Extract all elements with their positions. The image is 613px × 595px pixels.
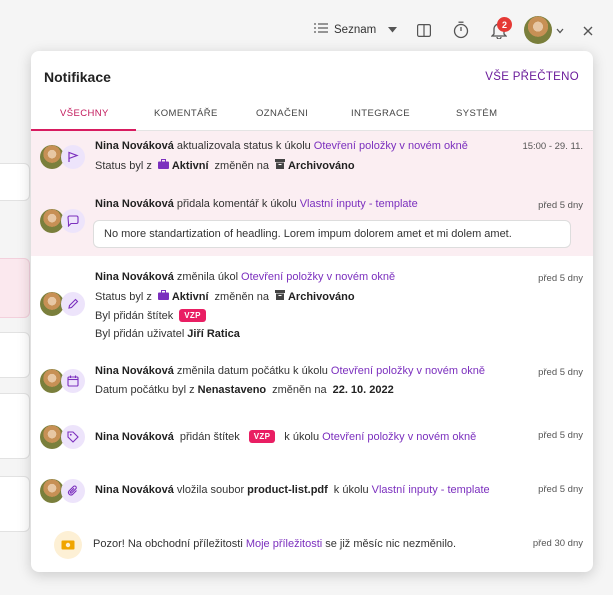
money-icon [54, 531, 82, 559]
tag-icon [61, 425, 85, 449]
notification-item[interactable]: Nina Nováková vložila soubor product-lis… [31, 464, 593, 519]
tab-comments[interactable]: KOMENTÁŘE [154, 108, 218, 119]
chevron-down-icon [556, 21, 564, 39]
view-switcher-label: Seznam [334, 23, 377, 36]
notification-item[interactable]: Nina Nováková aktualizovala status k úko… [31, 131, 593, 183]
task-link[interactable]: Otevření položky v novém okně [314, 140, 468, 152]
notification-summary: Nina Nováková vložila soubor product-lis… [95, 484, 490, 496]
mark-all-read-button[interactable]: VŠE PŘEČTENO [485, 71, 579, 83]
pencil-icon [61, 292, 85, 316]
task-link[interactable]: Vlastní inputy - template [372, 484, 490, 496]
top-toolbar: Seznam 2 [300, 14, 613, 48]
notification-tabs: VŠECHNY KOMENTÁŘE OZNAČENI INTEGRACE SYS… [31, 103, 593, 131]
view-switcher[interactable]: Seznam [314, 22, 398, 37]
list-icon [314, 22, 328, 37]
caret-down-icon [388, 24, 398, 36]
panel-title: Notifikace [44, 69, 111, 85]
notification-time: před 5 dny [538, 484, 583, 495]
comment-preview: No more standartization of headling. Lor… [93, 220, 571, 248]
columns-icon[interactable] [417, 24, 431, 37]
notification-time: před 5 dny [538, 430, 583, 441]
user-menu[interactable] [524, 16, 564, 44]
notification-detail: Status byl z Aktivní změněn na Archivová… [95, 290, 355, 303]
notification-item[interactable]: Nina Nováková přidala komentář k úkolu V… [31, 183, 593, 256]
task-link[interactable]: Vlastní inputy - template [300, 198, 418, 210]
notification-item[interactable]: Nina Nováková změnila datum počátku k úk… [31, 351, 593, 409]
opportunities-link[interactable]: Moje příležitosti [246, 538, 322, 550]
close-icon[interactable] [583, 26, 593, 36]
notification-time: před 5 dny [538, 367, 583, 378]
tab-all[interactable]: VŠECHNY [60, 108, 109, 119]
notification-time: 15:00 - 29. 11. [522, 141, 583, 152]
notification-summary: Nina Nováková přidala komentář k úkolu V… [95, 198, 418, 210]
briefcase-icon [157, 159, 169, 172]
tab-system[interactable]: SYSTÉM [456, 108, 497, 119]
comment-icon [61, 209, 85, 233]
notification-detail: Status byl z Aktivní změněn na Archivová… [95, 159, 355, 172]
background-card [0, 393, 30, 459]
avatar [524, 16, 552, 44]
notification-item[interactable]: Nina Nováková změnila úkol Otevření polo… [31, 256, 593, 351]
background-card [0, 163, 30, 201]
archive-icon [274, 159, 285, 172]
calendar-icon [61, 369, 85, 393]
paperclip-icon [61, 479, 85, 503]
timer-icon[interactable] [453, 21, 469, 39]
notification-detail: Byl přidán štítek VZP [95, 309, 206, 322]
notification-summary: Nina Nováková aktualizovala status k úko… [95, 140, 468, 152]
notifications-panel: Notifikace VŠE PŘEČTENO VŠECHNY KOMENTÁŘ… [31, 51, 593, 572]
briefcase-icon [157, 290, 169, 303]
notification-time: před 30 dny [532, 538, 583, 549]
notification-time: před 5 dny [538, 273, 583, 284]
file-name[interactable]: product-list.pdf [247, 484, 328, 496]
archive-icon [274, 290, 285, 303]
tag-chip: VZP [179, 309, 206, 322]
notification-detail: Byl přidán uživatel Jiří Ratica [95, 328, 240, 340]
notification-item[interactable]: Pozor! Na obchodní příležitosti Moje pří… [31, 519, 593, 572]
notification-detail: Datum počátku byl z Nenastaveno změněn n… [95, 384, 394, 396]
panel-header: Notifikace VŠE PŘEČTENO [44, 67, 579, 87]
notification-summary: Pozor! Na obchodní příležitosti Moje pří… [93, 538, 457, 550]
notification-count-badge: 2 [497, 17, 512, 32]
notifications-button[interactable]: 2 [490, 17, 512, 44]
task-link[interactable]: Otevření položky v novém okně [331, 365, 485, 377]
notification-item[interactable]: Nina Nováková přidán štítek VZP k úkolu … [31, 409, 593, 464]
background-card [0, 258, 30, 318]
notification-summary: Nina Nováková změnila datum počátku k úk… [95, 365, 485, 377]
notification-time: před 5 dny [538, 200, 583, 211]
notification-summary: Nina Nováková změnila úkol Otevření polo… [95, 271, 396, 283]
tab-mentions[interactable]: OZNAČENI [256, 108, 308, 119]
background-card [0, 332, 30, 378]
task-link[interactable]: Otevření položky v novém okně [322, 431, 476, 443]
flag-icon [61, 145, 85, 169]
background-card [0, 476, 30, 532]
tag-chip: VZP [248, 430, 276, 443]
notification-summary: Nina Nováková přidán štítek VZP k úkolu … [95, 430, 477, 443]
tab-integrations[interactable]: INTEGRACE [351, 108, 410, 119]
task-link[interactable]: Otevření položky v novém okně [241, 271, 395, 283]
